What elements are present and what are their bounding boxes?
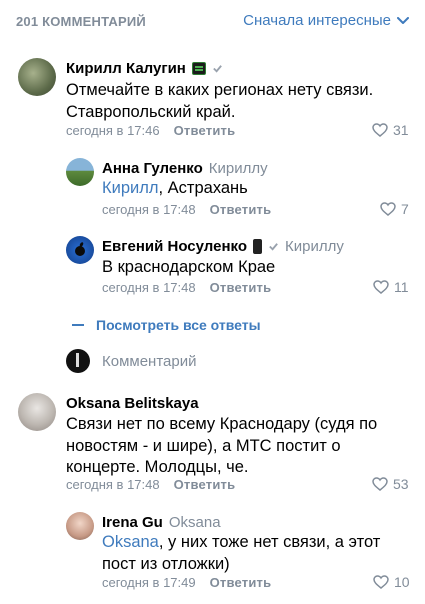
comment-time: сегодня в 17:48: [102, 202, 196, 217]
chevron-down-icon: [397, 16, 409, 24]
author-name: Анна Гуленко: [102, 160, 203, 177]
comment-meta: сегодня в 17:49 Ответить: [102, 575, 271, 590]
comment-text: Отмечайте в каких регионах нету связи. С…: [66, 81, 374, 121]
avatar[interactable]: [18, 393, 56, 431]
comment-author[interactable]: Oksana Belitskaya: [66, 395, 199, 412]
comment-meta: сегодня в 17:48 Ответить: [102, 202, 271, 217]
compose-placeholder[interactable]: Комментарий: [102, 353, 196, 370]
reply-compose[interactable]: Комментарий: [66, 347, 196, 375]
comment-time: сегодня в 17:48: [66, 477, 160, 492]
reply-button[interactable]: Ответить: [210, 280, 272, 295]
comments-header: 201 КОММЕНТАРИЙ Сначала интересные: [0, 0, 425, 44]
dash-icon: [72, 324, 84, 326]
like-count: 7: [401, 201, 409, 217]
mention-link[interactable]: Oksana: [102, 533, 159, 551]
author-name: Евгений Носуленко: [102, 238, 247, 255]
like-button[interactable]: 11: [373, 279, 409, 295]
verified-check-icon: [269, 243, 278, 251]
like-button[interactable]: 7: [380, 201, 409, 217]
sort-label: Сначала интересные: [243, 12, 391, 29]
reply-to-label[interactable]: Кириллу: [285, 238, 344, 255]
avatar[interactable]: [66, 158, 94, 186]
apple-logo-icon: [75, 242, 85, 256]
phone-emoji-icon: [252, 239, 262, 254]
comment-text: Кирилл, Астрахань: [102, 179, 248, 197]
heart-icon: [373, 575, 389, 589]
avatar[interactable]: [66, 236, 94, 264]
sort-dropdown[interactable]: Сначала интересные: [243, 12, 409, 29]
reply-to-label[interactable]: Кириллу: [209, 160, 268, 177]
comment-meta: сегодня в 17:46 Ответить: [66, 123, 235, 138]
like-button[interactable]: 53: [372, 476, 409, 492]
reply-button[interactable]: Ответить: [174, 477, 236, 492]
avatar[interactable]: [18, 58, 56, 96]
show-all-replies-button[interactable]: Посмотреть все ответы: [72, 317, 261, 333]
mention-link[interactable]: Кирилл: [102, 179, 158, 197]
comment-time: сегодня в 17:46: [66, 123, 160, 138]
like-count: 31: [393, 122, 409, 138]
author-name: Oksana Belitskaya: [66, 395, 199, 412]
show-all-label: Посмотреть все ответы: [96, 317, 261, 333]
reply-to-label[interactable]: Oksana: [169, 514, 221, 531]
comment-time: сегодня в 17:49: [102, 575, 196, 590]
comment-text: Связи нет по всему Краснодару (судя по н…: [66, 415, 378, 476]
reply-button[interactable]: Ответить: [210, 202, 272, 217]
author-name: Irena Gu: [102, 514, 163, 531]
like-count: 10: [394, 574, 410, 590]
avatar[interactable]: [66, 512, 94, 540]
comment-author[interactable]: Irena Gu Oksana: [102, 514, 221, 531]
heart-icon: [373, 280, 389, 294]
reply-button[interactable]: Ответить: [210, 575, 272, 590]
emoji-badge-icon: [191, 62, 206, 75]
author-name: Кирилл Калугин: [66, 60, 186, 77]
comments-count: 201 КОММЕНТАРИЙ: [16, 14, 146, 29]
heart-icon: [372, 477, 388, 491]
verified-check-icon: [213, 65, 222, 73]
comment-text: В краснодарском Крае: [102, 258, 276, 276]
comment-author[interactable]: Кирилл Калугин: [66, 60, 223, 77]
comment-text: Oksana, у них тоже нет связи, а этот пос…: [102, 533, 381, 573]
comment-author[interactable]: Евгений Носуленко Кириллу: [102, 238, 344, 255]
comment-time: сегодня в 17:48: [102, 280, 196, 295]
like-count: 53: [393, 476, 409, 492]
avatar: [66, 349, 90, 373]
like-button[interactable]: 31: [372, 122, 409, 138]
comment-meta: сегодня в 17:48 Ответить: [102, 280, 271, 295]
like-button[interactable]: 10: [373, 574, 410, 590]
reply-button[interactable]: Ответить: [174, 123, 236, 138]
comment-meta: сегодня в 17:48 Ответить: [66, 477, 235, 492]
comment-author[interactable]: Анна Гуленко Кириллу: [102, 160, 268, 177]
heart-icon: [372, 123, 388, 137]
heart-icon: [380, 202, 396, 216]
like-count: 11: [394, 279, 409, 295]
